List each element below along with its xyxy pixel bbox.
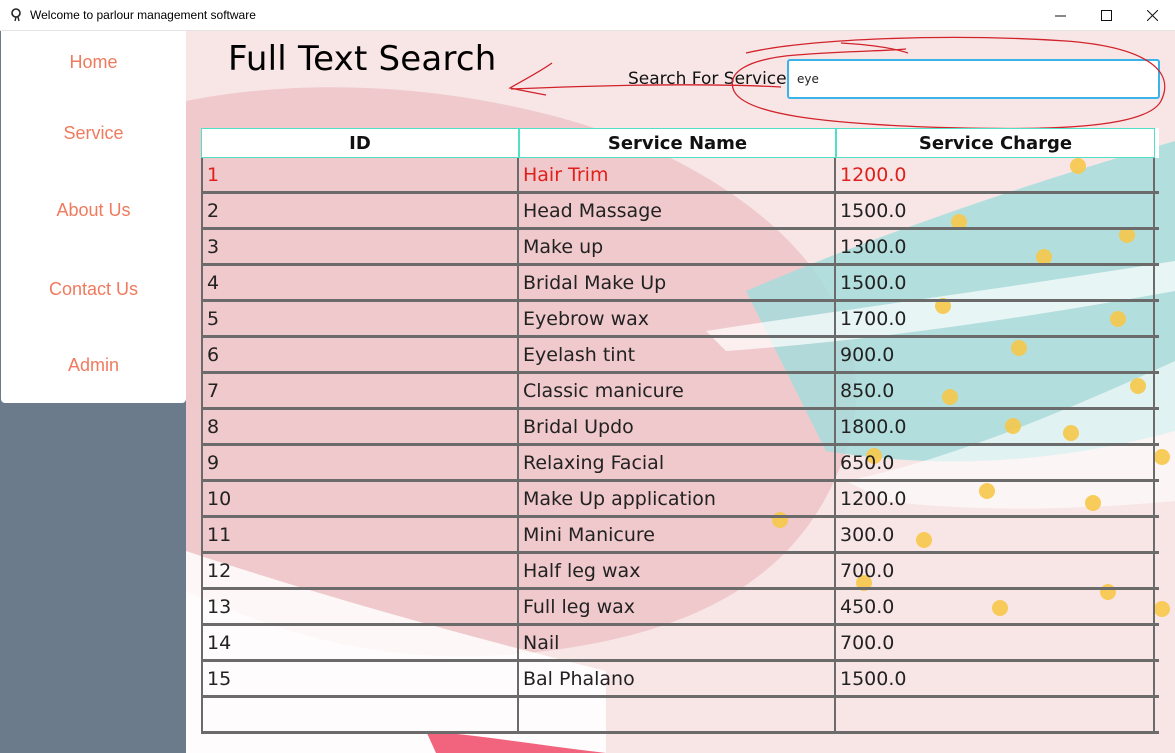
cell-service-name: Head Massage <box>519 194 836 227</box>
cell-service-charge: 1500.0 <box>836 662 1155 695</box>
cell-service-name: Bridal Make Up <box>519 266 836 299</box>
table-row[interactable] <box>201 698 1159 734</box>
cell-id: 10 <box>201 482 519 515</box>
cell-id: 14 <box>201 626 519 659</box>
sidebar-item-home[interactable]: Home <box>1 52 186 73</box>
window-controls <box>1037 0 1175 31</box>
cell-service-charge: 1700.0 <box>836 302 1155 335</box>
cell-service-charge: 700.0 <box>836 626 1155 659</box>
cell-service-name: Relaxing Facial <box>519 446 836 479</box>
title-bar: Welcome to parlour management software <box>0 0 1175 31</box>
table-row[interactable]: 2 Head Massage 1500.0 <box>201 194 1159 230</box>
cell-id: 9 <box>201 446 519 479</box>
cell-id: 4 <box>201 266 519 299</box>
cell-service-name: Eyebrow wax <box>519 302 836 335</box>
cell-service-name: Half leg wax <box>519 554 836 587</box>
table-header: ID Service Name Service Charge <box>201 128 1159 158</box>
close-button[interactable] <box>1129 0 1175 31</box>
table-row[interactable]: 9 Relaxing Facial 650.0 <box>201 446 1159 482</box>
cell-service-charge: 1800.0 <box>836 410 1155 443</box>
cell-service-charge: 1200.0 <box>836 482 1155 515</box>
table-row[interactable]: 8 Bridal Updo 1800.0 <box>201 410 1159 446</box>
cell-id: 7 <box>201 374 519 407</box>
minimize-button[interactable] <box>1037 0 1083 31</box>
cell-service-charge: 1300.0 <box>836 230 1155 263</box>
cell-id: 15 <box>201 662 519 695</box>
cell-service-charge: 700.0 <box>836 554 1155 587</box>
cell-id: 11 <box>201 518 519 551</box>
cell-id: 5 <box>201 302 519 335</box>
table-row[interactable]: 6 Eyelash tint 900.0 <box>201 338 1159 374</box>
sidebar: Home Service About Us Contact Us Admin <box>1 31 186 403</box>
window-title: Welcome to parlour management software <box>30 8 256 22</box>
cell-service-name: Classic manicure <box>519 374 836 407</box>
cell-service-name: Nail <box>519 626 836 659</box>
cell-id: 3 <box>201 230 519 263</box>
cell-service-charge: 850.0 <box>836 374 1155 407</box>
cell-id: 1 <box>201 158 519 191</box>
table-row[interactable]: 10 Make Up application 1200.0 <box>201 482 1159 518</box>
maximize-icon <box>1100 10 1112 21</box>
cell-service-name <box>519 698 836 731</box>
main-panel: Full Text Search Search For Service: ID … <box>186 31 1175 753</box>
cell-service-name: Bal Phalano <box>519 662 836 695</box>
cell-id: 8 <box>201 410 519 443</box>
sidebar-item-admin[interactable]: Admin <box>1 355 186 376</box>
app-icon <box>11 8 21 22</box>
cell-service-name: Eyelash tint <box>519 338 836 371</box>
cell-service-charge: 650.0 <box>836 446 1155 479</box>
column-header-service-name[interactable]: Service Name <box>519 128 836 158</box>
table-row[interactable]: 5 Eyebrow wax 1700.0 <box>201 302 1159 338</box>
cell-service-name: Make Up application <box>519 482 836 515</box>
sidebar-item-service[interactable]: Service <box>1 123 186 144</box>
table-row[interactable]: 3 Make up 1300.0 <box>201 230 1159 266</box>
table-row[interactable]: 13 Full leg wax 450.0 <box>201 590 1159 626</box>
column-header-id[interactable]: ID <box>201 128 519 158</box>
cell-id: 13 <box>201 590 519 623</box>
maximize-button[interactable] <box>1083 0 1129 31</box>
cell-service-charge: 450.0 <box>836 590 1155 623</box>
table-row[interactable]: 15 Bal Phalano 1500.0 <box>201 662 1159 698</box>
cell-service-charge: 900.0 <box>836 338 1155 371</box>
cell-service-name: Hair Trim <box>519 158 836 191</box>
close-icon <box>1146 10 1158 21</box>
cell-service-charge <box>836 698 1155 731</box>
cell-id <box>201 698 519 731</box>
cell-service-name: Mini Manicure <box>519 518 836 551</box>
cell-id: 12 <box>201 554 519 587</box>
sidebar-item-contact-us[interactable]: Contact Us <box>1 279 186 300</box>
cell-service-charge: 300.0 <box>836 518 1155 551</box>
table-row[interactable]: 1 Hair Trim 1200.0 <box>201 158 1159 194</box>
search-input[interactable] <box>787 59 1160 99</box>
services-table: ID Service Name Service Charge 1 Hair Tri… <box>201 128 1159 734</box>
table-row[interactable]: 4 Bridal Make Up 1500.0 <box>201 266 1159 302</box>
table-row[interactable]: 11 Mini Manicure 300.0 <box>201 518 1159 554</box>
cell-id: 6 <box>201 338 519 371</box>
table-row[interactable]: 14 Nail 700.0 <box>201 626 1159 662</box>
cell-service-charge: 1500.0 <box>836 194 1155 227</box>
cell-id: 2 <box>201 194 519 227</box>
cell-service-name: Make up <box>519 230 836 263</box>
table-row[interactable]: 7 Classic manicure 850.0 <box>201 374 1159 410</box>
minimize-icon <box>1054 15 1066 17</box>
cell-service-name: Bridal Updo <box>519 410 836 443</box>
page-title: Full Text Search <box>228 39 497 79</box>
cell-service-charge: 1500.0 <box>836 266 1155 299</box>
table-row[interactable]: 12 Half leg wax 700.0 <box>201 554 1159 590</box>
cell-service-charge: 1200.0 <box>836 158 1155 191</box>
cell-service-name: Full leg wax <box>519 590 836 623</box>
search-label: Search For Service: <box>628 69 793 89</box>
column-header-service-charge[interactable]: Service Charge <box>836 128 1155 158</box>
table-body: 1 Hair Trim 1200.0 2 Head Massage 1500.0 3 Make… <box>201 158 1159 734</box>
sidebar-item-about-us[interactable]: About Us <box>1 200 186 221</box>
